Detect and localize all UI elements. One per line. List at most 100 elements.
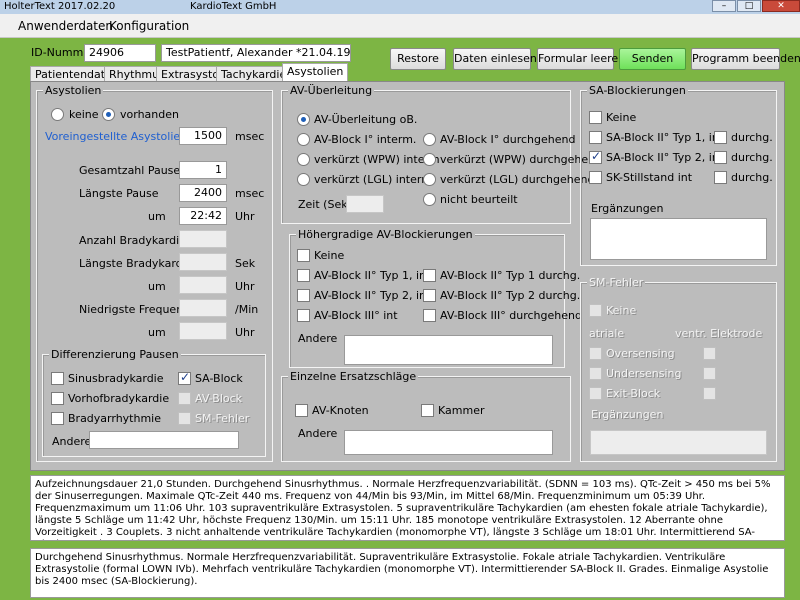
zeit-input[interactable] bbox=[346, 195, 384, 213]
checkbox-hgav-b5[interactable] bbox=[297, 309, 310, 322]
um-niedrig-input[interactable] bbox=[179, 322, 227, 340]
sa-group-title: SA-Blockierungen bbox=[587, 84, 688, 97]
radio-lgl-durch[interactable] bbox=[423, 173, 436, 186]
hgav-b4-label: AV-Block II° Typ 2 durchg. bbox=[440, 289, 581, 302]
checkbox-sa-t2[interactable]: ✓ bbox=[589, 149, 602, 164]
checkbox-vorhof[interactable] bbox=[51, 392, 64, 405]
um-brady-input[interactable] bbox=[179, 276, 227, 294]
gesamt-input[interactable]: 1 bbox=[179, 161, 227, 179]
checkbox-exit-v[interactable] bbox=[703, 387, 716, 400]
sm-ventr-label: ventr. Elektrode bbox=[675, 327, 763, 340]
checkbox-hgav-keine[interactable] bbox=[297, 249, 310, 262]
checkbox-sa-t2-durch[interactable] bbox=[714, 151, 727, 164]
checkbox-oversensing-v[interactable] bbox=[703, 347, 716, 360]
checkbox-hgav-b4[interactable] bbox=[423, 289, 436, 302]
radio-wpw-interm[interactable] bbox=[297, 153, 310, 166]
menu-anwenderdaten[interactable]: Anwenderdaten bbox=[18, 19, 113, 33]
exit-label: Exit-Block bbox=[606, 387, 661, 400]
menu-konfiguration[interactable]: Konfiguration bbox=[109, 19, 189, 33]
sk-label: SK-Stillstand int bbox=[606, 171, 693, 184]
formular-leeren-button[interactable]: Formular leeren bbox=[537, 48, 625, 70]
sa-erg-input[interactable] bbox=[590, 218, 767, 260]
checkbox-kammer[interactable] bbox=[421, 404, 434, 417]
hgav-andere-input[interactable] bbox=[344, 335, 553, 365]
tab-asystolien[interactable]: Asystolien bbox=[282, 63, 349, 82]
anzahl-brady-input[interactable] bbox=[179, 230, 227, 248]
window-company: KardioText GmbH bbox=[190, 1, 277, 12]
hgav-b6-label: AV-Block III° durchgehend bbox=[440, 309, 582, 322]
checkbox-hgav-b3[interactable] bbox=[297, 289, 310, 302]
checkbox-hgav-b6[interactable] bbox=[423, 309, 436, 322]
checkbox-hgav-b1[interactable] bbox=[297, 269, 310, 282]
sm-erg-label: Ergänzungen bbox=[591, 408, 664, 421]
close-button[interactable]: ✕ bbox=[762, 0, 800, 12]
sa-block-label: SA-Block bbox=[195, 372, 243, 385]
nicht-beurteilt-label: nicht beurteilt bbox=[440, 193, 518, 206]
checkbox-sinusbrady[interactable] bbox=[51, 372, 64, 385]
av-knoten-label: AV-Knoten bbox=[312, 404, 369, 417]
um-niedrig-unit: Uhr bbox=[235, 326, 255, 339]
sm-fehler-label: SM-Fehler bbox=[195, 412, 250, 425]
undersensing-label: Undersensing bbox=[606, 367, 682, 380]
laengste-brady-input[interactable] bbox=[179, 253, 227, 271]
asystolien-group-title: Asystolien bbox=[43, 84, 104, 97]
daten-einlesen-button[interactable]: Daten einlesen bbox=[453, 48, 537, 70]
radio-av1-interm[interactable] bbox=[297, 133, 310, 146]
um-unit: Uhr bbox=[235, 210, 255, 223]
radio-av1-durch[interactable] bbox=[423, 133, 436, 146]
hgav-b5-label: AV-Block III° int bbox=[314, 309, 398, 322]
checkbox-av-knoten[interactable] bbox=[295, 404, 308, 417]
checkbox-undersensing[interactable] bbox=[589, 367, 602, 380]
checkbox-av-block[interactable] bbox=[178, 392, 191, 405]
checkbox-bradyarr[interactable] bbox=[51, 412, 64, 425]
programm-beenden-button[interactable]: Programm beenden bbox=[691, 48, 800, 70]
checkbox-sa-keine[interactable] bbox=[589, 111, 602, 124]
beurteilung-text[interactable]: Durchgehend Sinusrhythmus. Normale Herzf… bbox=[30, 548, 785, 598]
hgav-andere-label: Andere bbox=[298, 332, 338, 345]
checkbox-undersensing-v[interactable] bbox=[703, 367, 716, 380]
wpw-durch-label: verkürzt (WPW) durchgehend bbox=[440, 153, 603, 166]
checkbox-exit[interactable] bbox=[589, 387, 602, 400]
window-title: HolterText 2017.02.20 bbox=[4, 1, 116, 12]
maximize-button[interactable]: □ bbox=[737, 0, 761, 12]
um-input[interactable]: 22:42 bbox=[179, 207, 227, 225]
checkbox-hgav-b2[interactable] bbox=[423, 269, 436, 282]
sm-keine-label: Keine bbox=[606, 304, 637, 317]
befund-text[interactable]: Aufzeichnungsdauer 21,0 Stunden. Durchge… bbox=[30, 475, 785, 541]
radio-nicht-beurteilt[interactable] bbox=[423, 193, 436, 206]
menu-bar: Anwenderdaten Konfiguration bbox=[0, 14, 800, 38]
checkbox-sa-t1[interactable] bbox=[589, 131, 602, 144]
radio-vorhanden[interactable] bbox=[102, 108, 115, 121]
checkbox-sm-keine[interactable] bbox=[589, 304, 602, 317]
voreinstellung-unit: msec bbox=[235, 130, 265, 143]
checkbox-sa-t1-durch[interactable] bbox=[714, 131, 727, 144]
id-input[interactable]: 24906 bbox=[84, 44, 156, 62]
sm-erg-input[interactable] bbox=[590, 430, 767, 455]
radio-wpw-durch[interactable] bbox=[423, 153, 436, 166]
senden-button[interactable]: Senden bbox=[619, 48, 686, 70]
diff-pausen-title: Differenzierung Pausen bbox=[49, 348, 181, 361]
av1-durch-label: AV-Block I° durchgehend bbox=[440, 133, 576, 146]
checkbox-oversensing[interactable] bbox=[589, 347, 602, 360]
checkbox-sm-fehler[interactable] bbox=[178, 412, 191, 425]
niedrigste-input[interactable] bbox=[179, 299, 227, 317]
radio-keine[interactable] bbox=[51, 108, 64, 121]
checkbox-sa-block[interactable]: ✓ bbox=[178, 370, 191, 385]
laengste-input[interactable]: 2400 bbox=[179, 184, 227, 202]
checkbox-sk[interactable] bbox=[589, 171, 602, 184]
voreinstellung-input[interactable]: 1500 bbox=[179, 127, 227, 145]
laengste-unit: msec bbox=[235, 187, 265, 200]
patient-name-input[interactable]: TestPatientf, Alexander *21.04.1941 bbox=[161, 44, 351, 62]
um-niedrig-label: um bbox=[148, 326, 166, 339]
sm-atriale-label: atriale bbox=[589, 327, 625, 340]
radio-av-ob[interactable] bbox=[297, 113, 310, 126]
sa-erg-label: Ergänzungen bbox=[591, 202, 664, 215]
restore-button[interactable]: Restore bbox=[390, 48, 446, 70]
ersatz-andere-input[interactable] bbox=[344, 430, 553, 455]
laengste-brady-unit: Sek bbox=[235, 257, 256, 270]
radio-lgl-interm[interactable] bbox=[297, 173, 310, 186]
minimize-button[interactable]: – bbox=[712, 0, 736, 12]
checkbox-sk-durch[interactable] bbox=[714, 171, 727, 184]
diff-andere-input[interactable] bbox=[89, 431, 239, 449]
hgav-b1-label: AV-Block II° Typ 1, int bbox=[314, 269, 431, 282]
